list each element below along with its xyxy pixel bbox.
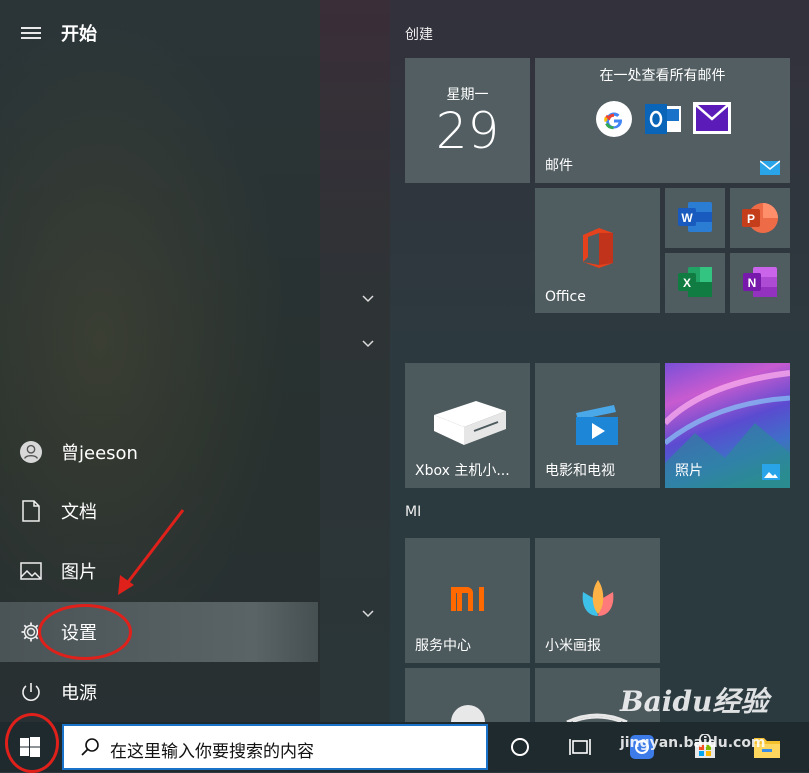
xbox-console-icon: [434, 401, 506, 445]
avatar-icon: [20, 441, 42, 463]
start-title: 开始: [61, 24, 97, 45]
powerpoint-tile[interactable]: P: [730, 188, 790, 248]
word-icon: W: [678, 202, 712, 232]
annotation-settings-circle: [38, 604, 132, 660]
power-icon: [20, 681, 42, 703]
movies-tile[interactable]: 电影和电视: [535, 363, 660, 488]
google-icon: [596, 101, 632, 137]
nav-user[interactable]: 曾jeeson: [0, 422, 320, 482]
nav-power[interactable]: 电源: [0, 662, 320, 722]
search-icon: [81, 738, 99, 756]
word-tile[interactable]: W: [665, 188, 725, 248]
group-label-mi: MI: [405, 504, 422, 520]
chevron-down-icon[interactable]: [360, 294, 376, 304]
office-tile[interactable]: Office: [535, 188, 660, 313]
service-center-label: 服务中心: [415, 638, 471, 654]
chevron-down-icon[interactable]: [360, 339, 376, 349]
nav-power-label: 电源: [61, 683, 97, 704]
hamburger-menu-icon[interactable]: [21, 27, 41, 39]
office-label: Office: [545, 289, 586, 305]
annotation-arrow: [118, 509, 185, 595]
mail-tile[interactable]: 在一处查看所有邮件 邮件: [535, 58, 790, 183]
service-center-tile[interactable]: 服务中心: [405, 538, 530, 663]
svg-text:W: W: [681, 211, 693, 225]
collapse-column: [320, 0, 390, 722]
excel-tile[interactable]: X: [665, 253, 725, 313]
baidu-logo-watermark: Baidu经验: [620, 685, 769, 718]
search-placeholder: 在这里输入你要搜索的内容: [110, 742, 314, 762]
tile-partial-1[interactable]: [405, 668, 530, 722]
movies-label: 电影和电视: [545, 463, 615, 479]
chevron-down-icon[interactable]: [360, 609, 376, 619]
excel-icon: X: [678, 267, 712, 297]
xbox-label: Xbox 主机小...: [415, 463, 510, 479]
photos-badge-icon: [762, 464, 780, 480]
outlook-icon: [645, 104, 681, 134]
calendar-date: 29: [435, 102, 500, 160]
task-view-icon: [569, 739, 591, 755]
search-box[interactable]: 在这里输入你要搜索的内容: [62, 724, 488, 770]
tulip-icon: [582, 580, 614, 616]
mail-badge-icon: [760, 160, 780, 175]
nav-user-label: 曾jeeson: [61, 443, 138, 464]
onenote-icon: N: [743, 267, 777, 297]
watermark-url: jingyan.baidu.com: [620, 735, 766, 751]
svg-text:X: X: [683, 276, 691, 290]
task-view-button[interactable]: [565, 732, 595, 762]
photos-label: 照片: [675, 463, 703, 479]
mi-drawing-tile[interactable]: 小米画报: [535, 538, 660, 663]
powerpoint-icon: P: [742, 203, 778, 233]
mail-label: 邮件: [545, 158, 573, 174]
onenote-tile[interactable]: N: [730, 253, 790, 313]
svg-text:N: N: [748, 276, 757, 290]
mail-header: 在一处查看所有邮件: [599, 68, 726, 84]
office-icon: [583, 228, 613, 268]
calendar-day: 星期一: [446, 87, 489, 103]
group-label-create: 创建: [405, 27, 433, 43]
nav-pictures-label: 图片: [61, 562, 97, 583]
yahoo-mail-icon: [693, 102, 731, 134]
app-icon: [451, 705, 485, 722]
cortana-button[interactable]: [505, 732, 535, 762]
annotation-start-circle: [5, 713, 59, 773]
cortana-icon: [511, 738, 529, 756]
xbox-tile[interactable]: Xbox 主机小...: [405, 363, 530, 488]
movies-icon: [576, 405, 618, 445]
mi-logo-icon: [451, 587, 484, 611]
calendar-tile[interactable]: 星期一 29: [405, 58, 530, 183]
svg-text:P: P: [747, 212, 755, 226]
document-icon: [20, 500, 42, 522]
nav-documents-label: 文档: [61, 502, 97, 523]
mi-drawing-label: 小米画报: [545, 638, 601, 654]
photos-tile[interactable]: 照片: [665, 363, 790, 488]
picture-icon: [20, 560, 42, 582]
